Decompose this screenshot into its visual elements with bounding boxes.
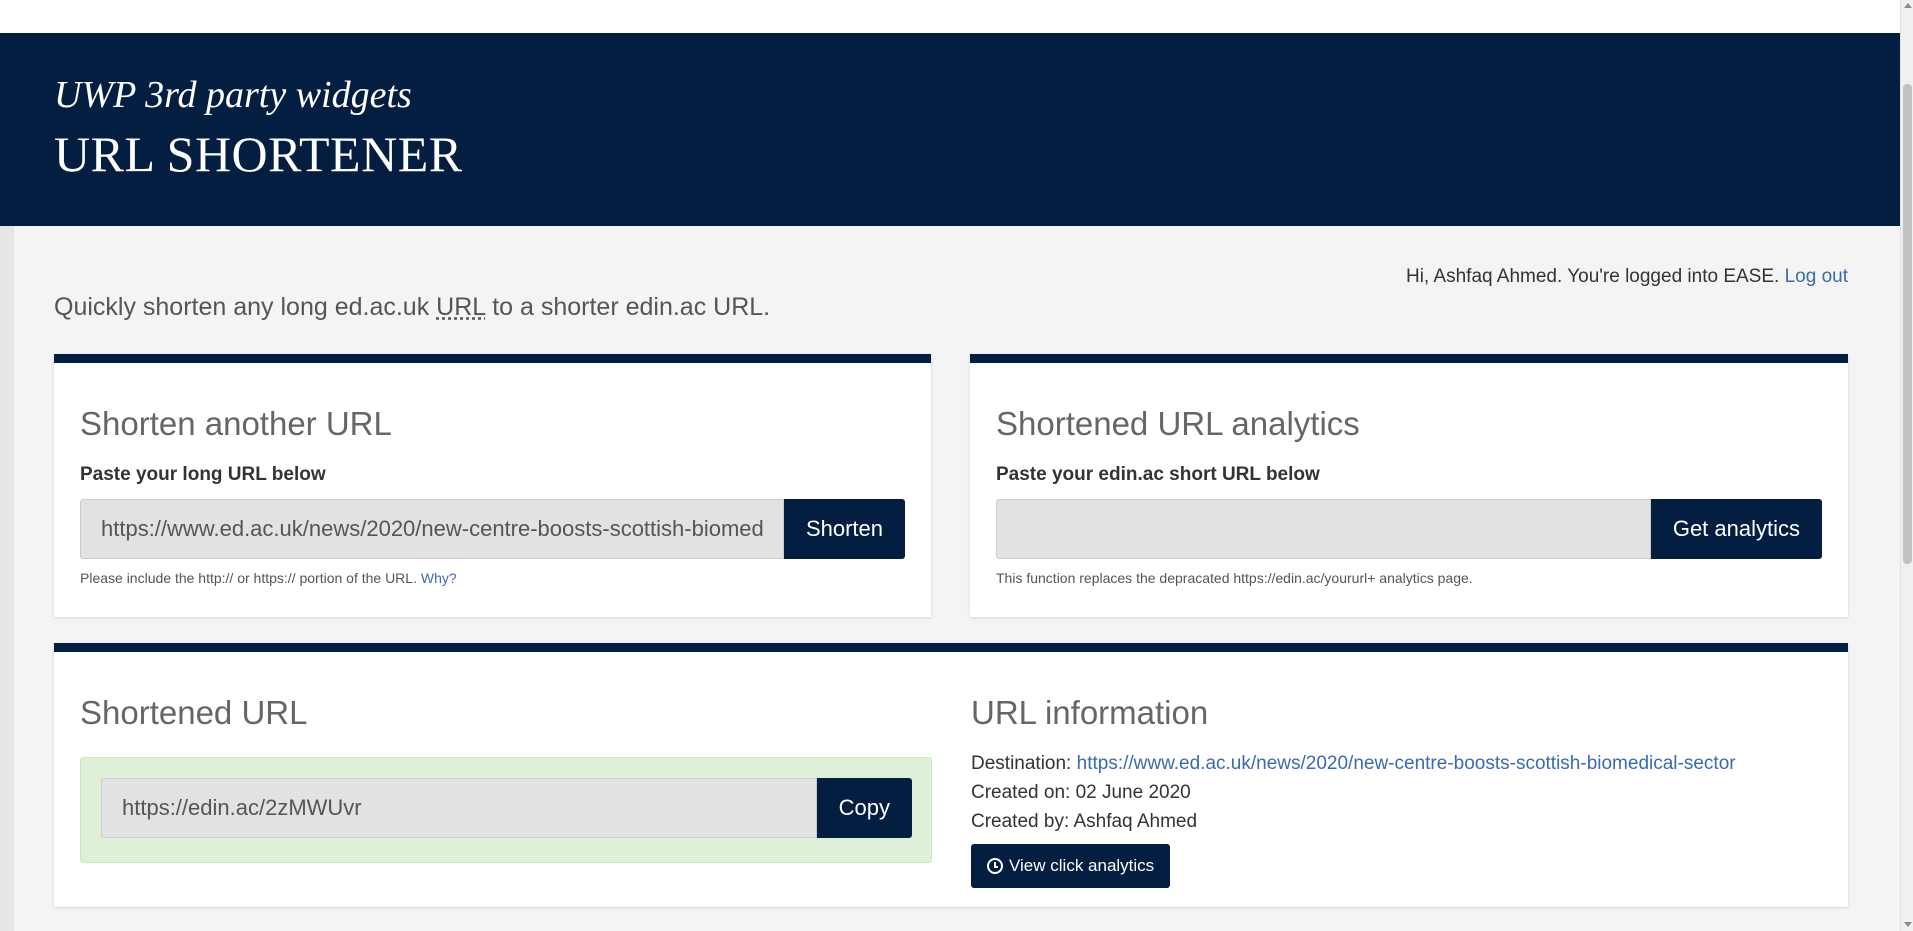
logout-link[interactable]: Log out	[1785, 266, 1848, 287]
shorten-help-text: Please include the http:// or https:// p…	[80, 570, 417, 586]
analytics-heading: Shortened URL analytics	[996, 405, 1360, 442]
copy-button[interactable]: Copy	[816, 778, 912, 838]
top-strip	[0, 0, 1900, 33]
header-banner: UWP 3rd party widgets URL SHORTENER	[0, 33, 1900, 226]
view-click-analytics-label: View click analytics	[1009, 856, 1155, 875]
url-information: Destination: https://www.ed.ac.uk/news/2…	[971, 749, 1736, 836]
destination-label: Destination:	[971, 753, 1072, 774]
header-subtitle: UWP 3rd party widgets	[54, 74, 412, 116]
shortened-url-field[interactable]	[101, 778, 817, 838]
analytics-label: Paste your edin.ac short URL below	[996, 464, 1320, 485]
shortened-url-box: Copy	[80, 757, 932, 863]
left-gutter	[0, 226, 14, 931]
login-status: Hi, Ashfaq Ahmed. You're logged into EAS…	[1406, 266, 1848, 288]
url-information-heading: URL information	[971, 694, 1209, 731]
long-url-input[interactable]	[80, 499, 784, 559]
get-analytics-button[interactable]: Get analytics	[1650, 499, 1822, 559]
created-on: Created on: 02 June 2020	[971, 782, 1191, 803]
analytics-input-group: Get analytics	[996, 499, 1822, 559]
login-greeting: Hi, Ashfaq Ahmed. You're logged into EAS…	[1405, 266, 1780, 287]
intro-before: Quickly shorten any long ed.ac.uk	[54, 293, 437, 321]
analytics-help: This function replaces the depracated ht…	[996, 570, 1473, 586]
scroll-down-icon[interactable]	[1904, 922, 1912, 927]
shortened-url-heading: Shortened URL	[80, 694, 308, 731]
destination-row: Destination: https://www.ed.ac.uk/news/2…	[971, 749, 1736, 778]
copy-input-group: Copy	[101, 778, 912, 838]
shorten-heading: Shorten another URL	[80, 405, 392, 442]
page-title: URL SHORTENER	[54, 126, 463, 182]
destination-link[interactable]: https://www.ed.ac.uk/news/2020/new-centr…	[1077, 753, 1736, 774]
intro-text: Quickly shorten any long ed.ac.uk URL to…	[54, 293, 770, 322]
clock-icon	[987, 858, 1003, 874]
shorten-card: Shorten another URL Paste your long URL …	[54, 354, 931, 617]
shorten-label: Paste your long URL below	[80, 464, 326, 485]
view-click-analytics-button[interactable]: View click analytics	[971, 844, 1171, 888]
shorten-help: Please include the http:// or https:// p…	[80, 570, 457, 586]
intro-after: to a shorter edin.ac URL.	[485, 293, 771, 321]
why-link[interactable]: Why?	[421, 570, 457, 586]
page-scrollbar[interactable]	[1900, 0, 1913, 931]
created-by: Created by: Ashfaq Ahmed	[971, 811, 1198, 832]
short-url-input[interactable]	[996, 499, 1651, 559]
shorten-button[interactable]: Shorten	[783, 499, 905, 559]
result-card: Shortened URL Copy URL information Desti…	[54, 643, 1848, 907]
analytics-card: Shortened URL analytics Paste your edin.…	[970, 354, 1848, 617]
shorten-input-group: Shorten	[80, 499, 905, 559]
intro-abbr: URL	[436, 293, 486, 321]
scrollbar-thumb[interactable]	[1903, 84, 1912, 564]
scroll-up-icon[interactable]	[1904, 3, 1912, 8]
